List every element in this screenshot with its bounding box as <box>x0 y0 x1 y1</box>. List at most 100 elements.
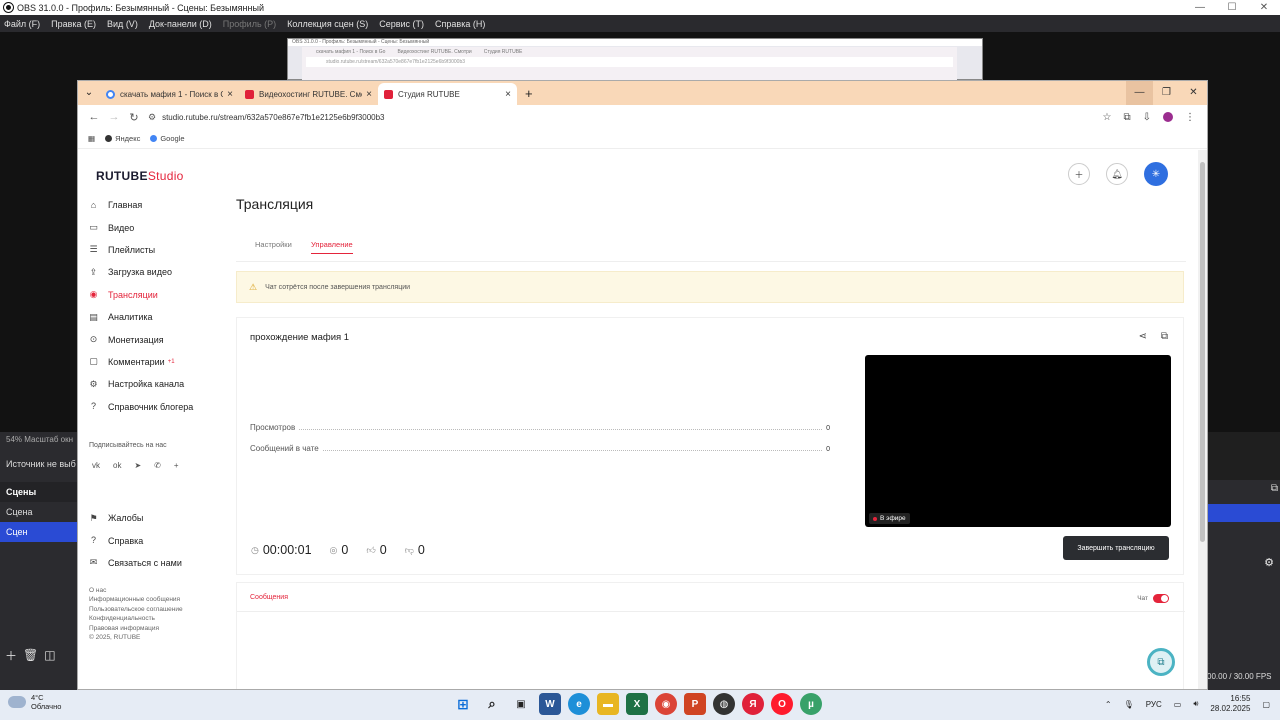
sidebar-item-video[interactable]: ▭ Видео <box>88 216 228 238</box>
ok-icon[interactable]: ok <box>113 461 121 470</box>
telegram-icon[interactable]: ➤ <box>134 461 141 470</box>
search-icon[interactable]: ⌕ <box>481 693 503 715</box>
obs-scene-item-selected[interactable]: Сцен <box>0 522 78 542</box>
obs-scene-item[interactable]: Сцена <box>0 502 78 522</box>
sidebar-item-upload[interactable]: ⇪ Загрузка видео <box>88 261 228 283</box>
sidebar-item-contact[interactable]: ✉ Связаться с нами <box>88 552 182 574</box>
close-icon[interactable]: × <box>227 89 233 100</box>
close-icon[interactable]: × <box>505 89 511 100</box>
trash-icon[interactable]: 🗑 <box>23 648 38 662</box>
chat-toggle-switch[interactable] <box>1153 594 1169 603</box>
chevron-up-icon[interactable]: ⌃ <box>1105 700 1112 709</box>
browser-minimize-button[interactable]: — <box>1126 81 1153 105</box>
powerpoint-icon[interactable]: P <box>684 693 706 715</box>
add-icon[interactable]: ＋ <box>5 647 17 664</box>
network-icon[interactable]: ▭ <box>1174 700 1182 709</box>
tab-settings[interactable]: Настройки <box>255 240 292 249</box>
obs-close-button[interactable]: ✕ <box>1248 0 1280 15</box>
footer-link[interactable]: Конфиденциальность <box>89 614 183 623</box>
address-bar[interactable]: ⚙ studio.rutube.ru/stream/632a570e867e7f… <box>144 108 1103 126</box>
footer-link[interactable]: Информационные сообщения <box>89 595 183 604</box>
weather-widget[interactable]: 4°C Облачно <box>8 693 61 711</box>
browser-restore-button[interactable]: ❐ <box>1153 81 1180 105</box>
windows-start-icon[interactable]: ⊞ <box>452 693 474 715</box>
utorrent-icon[interactable]: µ <box>800 693 822 715</box>
obs-menu-scene-collection[interactable]: Коллекция сцен (S) <box>287 19 368 29</box>
clock[interactable]: 16:55 28.02.2025 <box>1210 694 1250 714</box>
bookmark-google[interactable]: Google <box>150 134 185 143</box>
sidebar-item-comments[interactable]: ▢ Комментарии +1 <box>88 351 228 373</box>
share-icon[interactable]: ⋖ <box>1138 331 1146 342</box>
sidebar-item-channel-settings[interactable]: ⚙ Настройка канала <box>88 373 228 395</box>
footer-link[interactable]: Правовая информация <box>89 624 183 633</box>
viber-icon[interactable]: ✆ <box>154 461 161 470</box>
extensions-icon[interactable]: ⧉ <box>1123 112 1130 123</box>
sidebar-item-home[interactable]: ⌂ Главная <box>88 194 228 216</box>
external-link-icon[interactable]: ⧉ <box>1161 331 1168 342</box>
reload-icon[interactable]: ↻ <box>124 111 144 124</box>
sidebar-item-playlists[interactable]: ☰ Плейлисты <box>88 239 228 261</box>
bookmark-star-icon[interactable]: ☆ <box>1103 112 1112 123</box>
obs-menu-tools[interactable]: Сервис (T) <box>379 19 424 29</box>
excel-icon[interactable]: X <box>626 693 648 715</box>
sidebar-item-analytics[interactable]: ▤ Аналитика <box>88 306 228 328</box>
forward-icon[interactable]: → <box>104 111 124 123</box>
microphone-icon[interactable]: 🎙︎ <box>1124 700 1134 709</box>
vk-icon[interactable]: vk <box>92 461 100 470</box>
sidebar-item-monetization[interactable]: ⊙ Монетизация <box>88 328 228 350</box>
obs-icon[interactable]: ◍ <box>713 693 735 715</box>
obs-menu-profile[interactable]: Профиль (P) <box>223 19 276 29</box>
rutube-studio-logo[interactable]: RUTUBEStudio <box>96 169 184 183</box>
sidebar-item-guide[interactable]: ? Справочник блогера <box>88 396 228 418</box>
back-icon[interactable]: ← <box>84 111 104 123</box>
word-icon[interactable]: W <box>539 693 561 715</box>
gear-icon[interactable]: ⚙ <box>1264 556 1274 569</box>
notifications-icon[interactable]: ▢ <box>1262 700 1270 709</box>
volume-icon[interactable]: 🔊︎ <box>1193 699 1198 709</box>
tab-manage[interactable]: Управление <box>311 240 353 254</box>
chrome-icon[interactable]: ◉ <box>655 693 677 715</box>
new-tab-button[interactable]: + <box>517 83 541 105</box>
chevron-down-icon[interactable]: ⌄ <box>78 81 100 105</box>
sidebar-item-broadcasts[interactable]: ◉ Трансляции <box>88 284 228 306</box>
browser-close-button[interactable]: ✕ <box>1180 81 1207 105</box>
sidebar-item-complaints[interactable]: ⚑ Жалобы <box>88 507 182 529</box>
stream-preview-player[interactable]: В эфире <box>865 355 1171 527</box>
obs-right-selected-item[interactable] <box>1207 504 1280 522</box>
obs-menu-view[interactable]: Вид (V) <box>107 19 138 29</box>
add-content-icon[interactable]: ＋ <box>1068 163 1090 185</box>
profile-avatar[interactable] <box>1163 112 1173 122</box>
tab-google-search[interactable]: скачать мафия 1 - Поиск в Go × <box>100 83 239 105</box>
footer-link[interactable]: Пользовательское соглашение <box>89 605 183 614</box>
obs-maximize-button[interactable]: ☐ <box>1216 0 1248 15</box>
support-chat-icon[interactable]: ⧉ <box>1147 648 1175 676</box>
close-icon[interactable]: × <box>366 89 372 100</box>
obs-menu-docks[interactable]: Док-панели (D) <box>149 19 212 29</box>
footer-link[interactable]: О нас <box>89 586 183 595</box>
download-icon[interactable]: ⇩ <box>1143 112 1151 123</box>
sidebar-item-help[interactable]: ? Справка <box>88 529 182 551</box>
tab-rutube[interactable]: Видеохостинг RUTUBE. Смотри × <box>239 83 378 105</box>
plus-icon[interactable]: + <box>174 461 179 470</box>
apps-grid-icon[interactable]: ▦ <box>88 134 95 143</box>
obs-menu-help[interactable]: Справка (H) <box>435 19 485 29</box>
more-menu-icon[interactable]: ⋮ <box>1185 112 1195 123</box>
avatar[interactable]: ✳ <box>1144 162 1168 186</box>
bookmark-yandex[interactable]: Яндекс <box>105 134 140 143</box>
bell-icon[interactable]: 🔔︎ <box>1106 163 1128 185</box>
yandex-browser-icon[interactable]: Я <box>742 693 764 715</box>
end-broadcast-button[interactable]: Завершить трансляцию <box>1063 536 1169 560</box>
tab-messages[interactable]: Сообщения <box>250 594 288 601</box>
opera-icon[interactable]: O <box>771 693 793 715</box>
obs-minimize-button[interactable]: — <box>1184 0 1216 15</box>
page-scrollbar[interactable] <box>1198 150 1207 689</box>
file-explorer-icon[interactable]: ▬ <box>597 693 619 715</box>
scrollbar-thumb[interactable] <box>1200 162 1205 542</box>
tab-rutube-studio[interactable]: Студия RUTUBE × <box>378 83 517 105</box>
obs-menu-edit[interactable]: Правка (E) <box>51 19 96 29</box>
filter-icon[interactable]: ◫ <box>44 648 55 662</box>
language-indicator[interactable]: РУС <box>1146 700 1162 709</box>
obs-menu-file[interactable]: Файл (F) <box>4 19 40 29</box>
task-view-icon[interactable]: ▣ <box>510 693 532 715</box>
dock-icon[interactable]: ⧉ <box>1271 483 1278 494</box>
